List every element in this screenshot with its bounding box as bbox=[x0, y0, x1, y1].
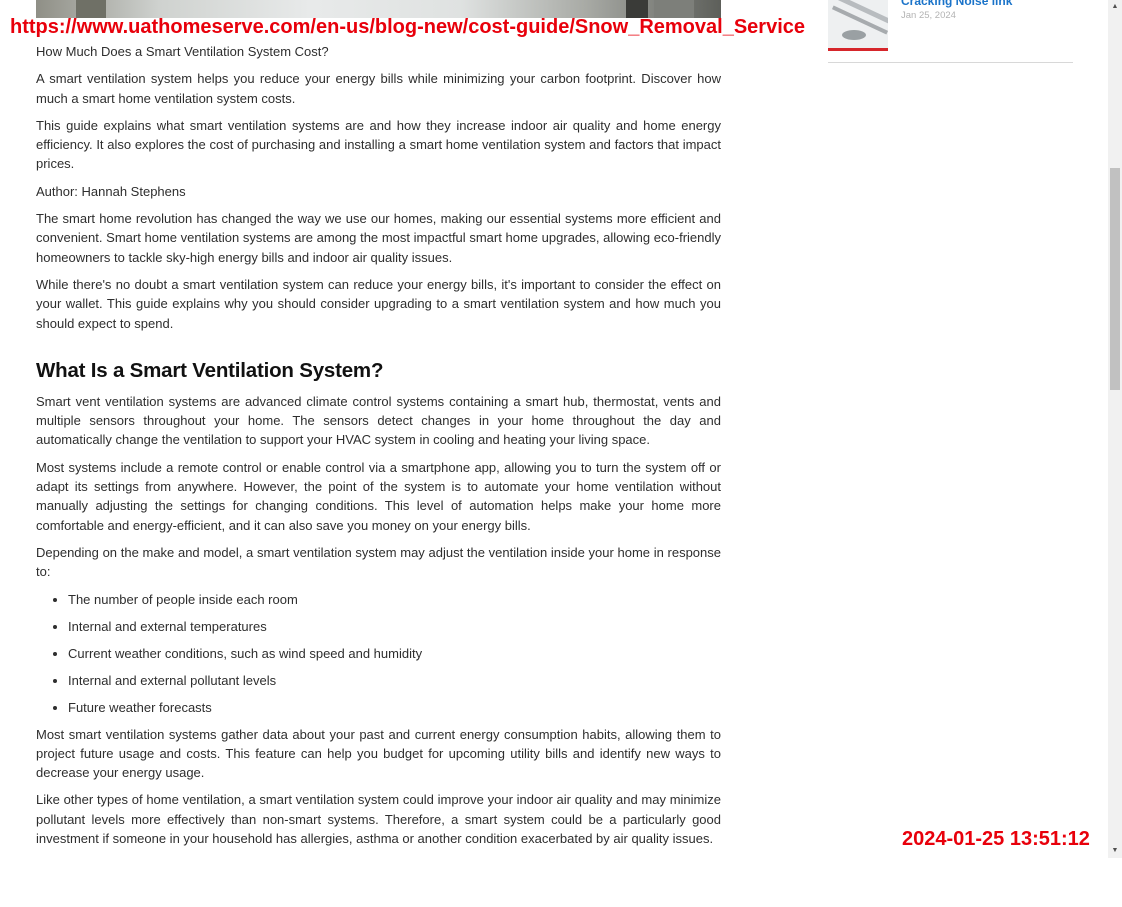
article-body: How Much Does a Smart Ventilation System… bbox=[36, 42, 721, 856]
url-overlay: https://www.uathomeserve.com/en-us/blog-… bbox=[10, 16, 805, 38]
body-paragraph: Most systems include a remote control or… bbox=[36, 459, 721, 533]
related-article-date: Jan 25, 2024 bbox=[901, 10, 956, 21]
vertical-scrollbar[interactable]: ▲ ▼ bbox=[1108, 0, 1122, 858]
scroll-up-arrow-icon[interactable]: ▲ bbox=[1108, 0, 1122, 14]
body-paragraph: While there's no doubt a smart ventilati… bbox=[36, 276, 721, 331]
intro-paragraph: A smart ventilation system helps you red… bbox=[36, 71, 721, 106]
related-article-link[interactable]: Cracking Noise link bbox=[901, 0, 1012, 8]
related-article-thumbnail[interactable] bbox=[828, 0, 888, 51]
section-heading: What Is a Smart Ventilation System? bbox=[36, 358, 384, 382]
list-item: Internal and external temperatures bbox=[68, 617, 721, 636]
intro-title: How Much Does a Smart Ventilation System… bbox=[36, 44, 329, 59]
body-paragraph: Depending on the make and model, a smart… bbox=[36, 544, 721, 580]
list-item: The number of people inside each room bbox=[68, 590, 721, 609]
scrollbar-thumb[interactable] bbox=[1110, 168, 1120, 390]
browser-viewport: https://www.uathomeserve.com/en-us/blog-… bbox=[0, 0, 1122, 907]
sidebar-related-article[interactable]: Cracking Noise link Jan 25, 2024 bbox=[828, 0, 1073, 63]
bullet-list: The number of people inside each room In… bbox=[36, 590, 721, 717]
scroll-down-arrow-icon[interactable]: ▼ bbox=[1108, 844, 1122, 858]
author-line: Author: Hannah Stephens bbox=[36, 183, 186, 199]
list-item: Current weather conditions, such as wind… bbox=[68, 644, 721, 663]
list-item: Future weather forecasts bbox=[68, 698, 721, 717]
body-paragraph: Most smart ventilation systems gather da… bbox=[36, 726, 721, 781]
body-paragraph: Smart vent ventilation systems are advan… bbox=[36, 393, 721, 448]
timestamp-overlay: 2024-01-25 13:51:12 bbox=[902, 828, 1090, 850]
body-paragraph: The smart home revolution has changed th… bbox=[36, 211, 721, 265]
body-paragraph: Like other types of home ventilation, a … bbox=[36, 792, 721, 847]
intro-paragraph: This guide explains what smart ventilati… bbox=[36, 117, 721, 172]
list-item: Internal and external pollutant levels bbox=[68, 671, 721, 690]
